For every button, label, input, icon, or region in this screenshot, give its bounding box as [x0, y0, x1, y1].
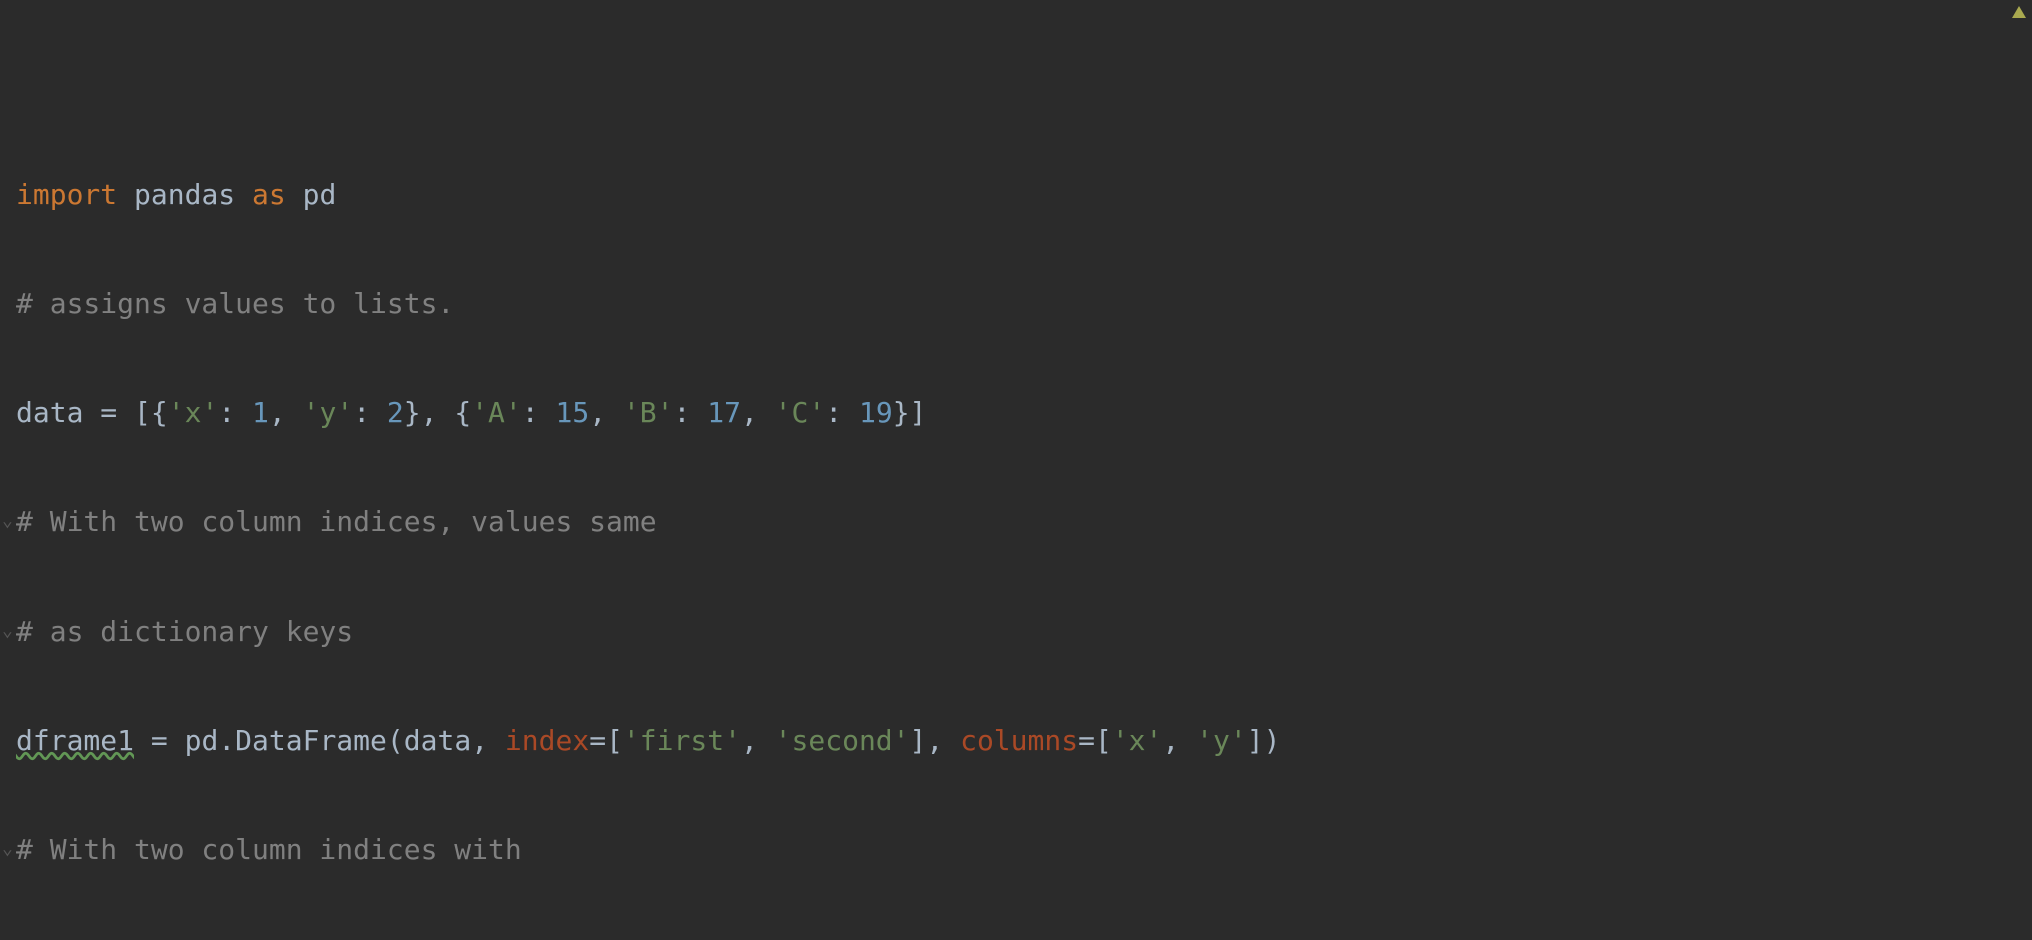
fold-gutter-icon[interactable]: ⌄ — [2, 495, 13, 547]
code-line[interactable]: ⌄# as dictionary keys — [16, 605, 2016, 660]
variable: data — [16, 396, 83, 429]
alias: pd — [303, 178, 337, 211]
string-literal: 'x' — [1112, 724, 1163, 757]
callable: pd.DataFrame — [185, 724, 387, 757]
kwarg-columns: columns — [960, 724, 1078, 757]
string-literal: 'y' — [1196, 724, 1247, 757]
code-line[interactable]: dframe1 = pd.DataFrame(data, index=['fir… — [16, 714, 2016, 769]
keyword-import: import — [16, 178, 117, 211]
module-name: pandas — [134, 178, 235, 211]
number-literal: 19 — [859, 396, 893, 429]
comment: # With two column indices, values same — [16, 505, 657, 538]
string-literal: 'y' — [303, 396, 354, 429]
comment: # With two column indices with — [16, 833, 522, 866]
code-line[interactable]: # assigns values to lists. — [16, 277, 2016, 332]
code-line[interactable]: ⌄# With two column indices, values same — [16, 495, 2016, 550]
string-literal: 'x' — [168, 396, 219, 429]
code-line[interactable]: data = [{'x': 1, 'y': 2}, {'A': 15, 'B':… — [16, 386, 2016, 441]
code-line[interactable]: import pandas as pd — [16, 168, 2016, 223]
fold-gutter-icon[interactable]: ⌄ — [2, 605, 13, 657]
string-literal: 'A' — [471, 396, 522, 429]
fold-gutter-icon[interactable]: ⌄ — [2, 823, 13, 875]
code-editor[interactable]: import pandas as pd # assigns values to … — [0, 0, 2032, 940]
number-literal: 2 — [387, 396, 404, 429]
string-literal: 'second' — [775, 724, 910, 757]
comment: # assigns values to lists. — [16, 287, 454, 320]
string-literal: 'C' — [775, 396, 826, 429]
keyword-as: as — [252, 178, 286, 211]
code-line[interactable]: ⌄# one index with other name — [16, 932, 2016, 940]
number-literal: 1 — [252, 396, 269, 429]
fold-gutter-icon[interactable]: ⌄ — [2, 932, 13, 940]
warning-indicator-icon — [2012, 6, 2026, 18]
string-literal: 'B' — [623, 396, 674, 429]
number-literal: 17 — [707, 396, 741, 429]
comment: # as dictionary keys — [16, 615, 353, 648]
kwarg-index: index — [505, 724, 589, 757]
code-line[interactable]: ⌄# With two column indices with — [16, 823, 2016, 878]
argument: data — [404, 724, 471, 757]
variable: dframe1 — [16, 724, 134, 757]
string-literal: 'first' — [623, 724, 741, 757]
number-literal: 15 — [556, 396, 590, 429]
